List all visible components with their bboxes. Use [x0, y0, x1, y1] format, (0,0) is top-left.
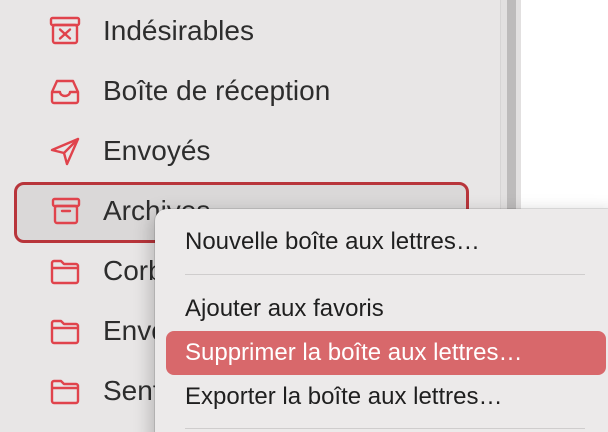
- paper-plane-icon: [49, 136, 81, 166]
- menu-item-label: Supprimer la boîte aux lettres…: [185, 339, 523, 366]
- menu-item-label: Ajouter aux favoris: [185, 295, 384, 322]
- sidebar-item-inbox[interactable]: Boîte de réception: [0, 62, 500, 120]
- sidebar-item-label: Indésirables: [103, 15, 254, 46]
- menu-item-export-mailbox[interactable]: Exporter la boîte aux lettres…: [166, 375, 606, 419]
- inbox-tray-icon: [49, 76, 81, 106]
- menu-item-add-favorites[interactable]: Ajouter aux favoris: [166, 287, 606, 331]
- folder-icon: [49, 256, 81, 286]
- menu-item-delete-mailbox[interactable]: Supprimer la boîte aux lettres…: [166, 331, 606, 375]
- sidebar-item-label: Envoyés: [103, 135, 211, 166]
- menu-separator: [185, 274, 585, 275]
- menu-item-label: Exporter la boîte aux lettres…: [185, 383, 503, 410]
- sidebar-item-junk[interactable]: Indésirables: [0, 2, 500, 60]
- sidebar-item-sent[interactable]: Envoyés: [0, 122, 500, 180]
- archive-box-icon: [50, 196, 82, 226]
- folder-icon: [49, 376, 81, 406]
- mail-window: Indésirables Boîte de réception Envoyés: [0, 0, 608, 432]
- sidebar-item-label: Boîte de réception: [103, 75, 331, 106]
- sidebar-item-label: Sent: [103, 375, 161, 406]
- junk-tray-icon: [49, 16, 81, 46]
- menu-item-label: Nouvelle boîte aux lettres…: [185, 228, 480, 255]
- menu-item-new-mailbox[interactable]: Nouvelle boîte aux lettres…: [166, 220, 606, 264]
- context-menu: Nouvelle boîte aux lettres… Ajouter aux …: [155, 209, 608, 432]
- menu-separator: [185, 428, 585, 429]
- folder-icon: [49, 316, 81, 346]
